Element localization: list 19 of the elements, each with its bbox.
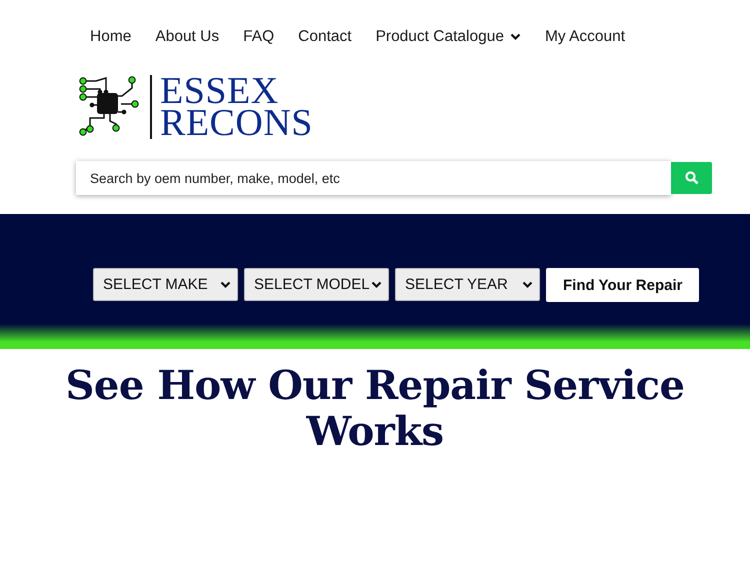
chevron-down-icon (371, 280, 382, 288)
select-dropdown[interactable]: SELECT MAKE (93, 268, 238, 301)
nav-link[interactable]: My Account (532, 26, 638, 48)
select-dropdown[interactable]: SELECT MODEL (244, 268, 389, 301)
select-dropdown[interactable]: SELECT YEAR (395, 268, 540, 301)
nav-link[interactable]: Home (78, 26, 144, 48)
nav-link[interactable]: Contact (286, 26, 364, 48)
logo-text: ESSEX (160, 75, 279, 107)
search-icon (684, 171, 698, 185)
chevron-down-icon (220, 280, 231, 288)
search-field[interactable]: Search by oem number, make, model, etc (76, 161, 671, 195)
chevron-down-icon (522, 280, 533, 288)
search-button[interactable] (671, 162, 712, 194)
logo-text: RECONS (160, 107, 313, 139)
nav-link[interactable]: FAQ (231, 26, 286, 48)
nav-link[interactable]: Product Catalogue (364, 26, 533, 48)
section-heading: See How Our Repair Service Works (64, 363, 686, 455)
find-repair-button[interactable]: Find Your Repair (546, 268, 700, 302)
nav-link[interactable]: About Us (143, 26, 232, 48)
